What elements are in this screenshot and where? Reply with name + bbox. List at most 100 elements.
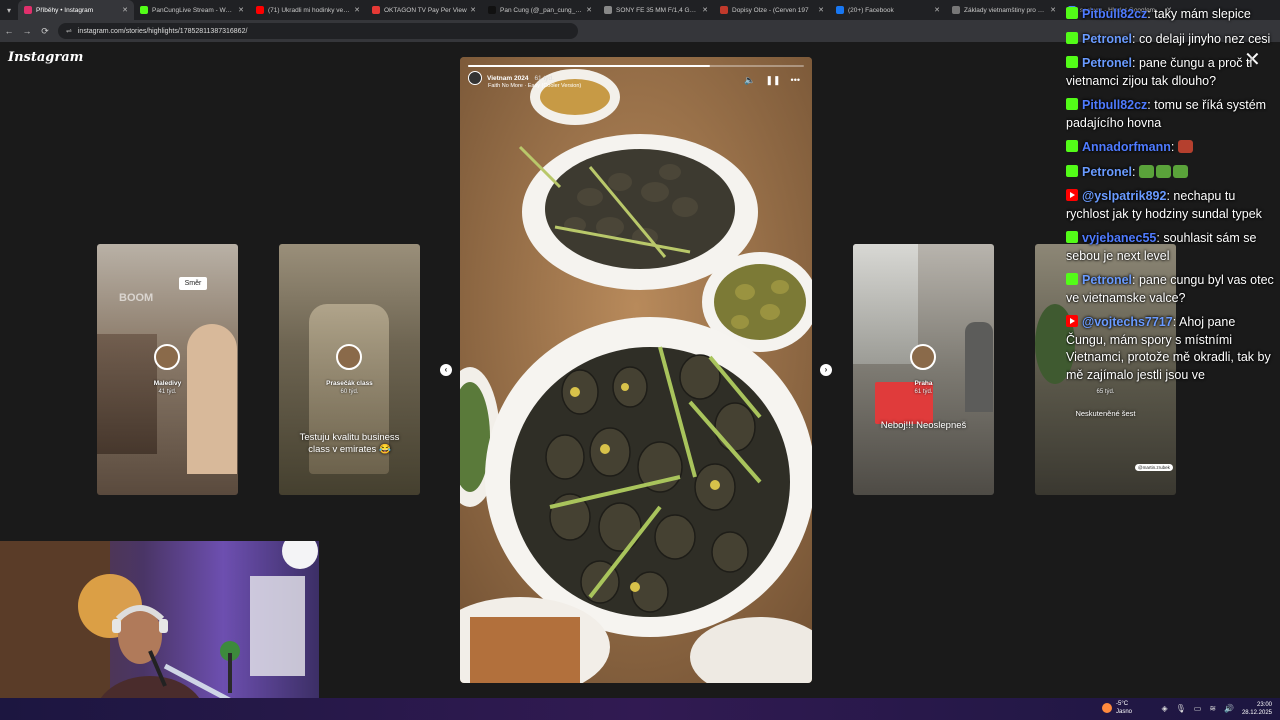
kick-badge-icon: [1066, 98, 1078, 110]
chat-username[interactable]: Pitbull82cz: [1082, 7, 1147, 21]
avatar: [154, 344, 180, 370]
browser-tab[interactable]: (71) Ukradli mi hodinky ve Sp ✕: [250, 0, 366, 20]
story-preview-name: Prasečák class: [326, 380, 373, 387]
display-icon[interactable]: ▭: [1194, 704, 1202, 713]
youtube-badge-icon: [1066, 189, 1078, 201]
browser-tab[interactable]: OKTAGON TV Pay Per View ✕: [366, 0, 482, 20]
chat-message: Annadorfmann:: [1066, 139, 1276, 157]
window-photo: [853, 244, 918, 364]
shield-icon[interactable]: ◈: [1161, 704, 1167, 713]
story-title[interactable]: Vietnam 2024: [487, 75, 528, 82]
chat-emote-icon: [1138, 164, 1154, 178]
chat-emote-icon: [1177, 140, 1193, 153]
tab-favicon-icon: [604, 6, 612, 14]
story-preview-name: Maledivy: [153, 380, 182, 387]
wifi-icon[interactable]: ≋: [1209, 704, 1216, 713]
tab-close-icon[interactable]: ✕: [122, 6, 128, 14]
streamer-webcam: [0, 541, 319, 720]
tab-title: PanCungLive Stream - Watch: [152, 6, 236, 14]
story-viewer[interactable]: Vietnam 2024 61 týd. Faith No More · Eas…: [460, 57, 812, 683]
chat-username[interactable]: Petronel: [1082, 32, 1132, 46]
chat-username[interactable]: Annadorfmann: [1082, 140, 1171, 154]
chat-username[interactable]: @yslpatrik892: [1082, 189, 1166, 203]
chat-message: @vojtechs7717: Ahoj pane Čungu, mám spor…: [1066, 315, 1271, 382]
story-progress-bar: [468, 65, 804, 67]
chat-username[interactable]: Pitbull82cz: [1082, 98, 1147, 112]
story-preview-maledivy[interactable]: Směr BOOM Maledivy 41 týd.: [97, 244, 238, 495]
story-preview-age: 60 týd.: [340, 389, 359, 395]
tab-title: Příběhy • Instagram: [36, 6, 94, 14]
tab-close-icon[interactable]: ✕: [354, 6, 360, 14]
person-photo: [965, 322, 993, 412]
tab-close-icon[interactable]: ✕: [702, 6, 708, 14]
chat-emote-icon: [1155, 164, 1171, 178]
avatar: [336, 344, 362, 370]
back-icon[interactable]: ←: [0, 26, 18, 36]
chat-message: Petronel:: [1066, 164, 1276, 182]
weather-temp: -5°C: [1116, 701, 1129, 707]
story-preview-prasecak-class[interactable]: Prasečák class 60 týd. Testuju kvalitu b…: [279, 244, 420, 495]
story-preview-age: 61 týd.: [914, 389, 933, 395]
browser-tab[interactable]: Pan Čung (@_pan_cung_) vyd ✕: [482, 0, 598, 20]
direction-sticker: Směr: [179, 277, 207, 290]
url-input[interactable]: ⇌ instagram.com/stories/highlights/17852…: [58, 23, 578, 39]
system-tray: ◈ 🎙 ▭ ≋ 🔊: [1161, 704, 1234, 713]
browser-tab[interactable]: PanCungLive Stream - Watch ✕: [134, 0, 250, 20]
kick-badge-icon: [1066, 140, 1078, 152]
browser-tab[interactable]: SONY FE 35 MM F/1,4 GM SE ✕: [598, 0, 714, 20]
story-music[interactable]: Faith No More · Easy (Cooler Version): [488, 83, 581, 89]
story-preview-praha[interactable]: Praha 61 týd. Neboj!!! Neoslepneš: [853, 244, 994, 495]
tab-title: Dopisy Olze - (Červen 197: [732, 6, 809, 14]
chat-message: vyjebanec55: souhlasit sám se sebou je n…: [1066, 231, 1257, 263]
stream-chat-overlay: Pitbull82cz: taky mám slepice Petronel: c…: [1066, 6, 1276, 438]
tab-close-icon[interactable]: ✕: [934, 6, 940, 14]
tab-favicon-icon: [488, 6, 496, 14]
tab-favicon-icon: [140, 6, 148, 14]
system-clock[interactable]: 23:00 28.12.2025: [1242, 701, 1272, 717]
tab-close-icon[interactable]: ✕: [586, 6, 592, 14]
weather-widget[interactable]: -5°C Jasno: [1102, 700, 1132, 716]
more-options-icon[interactable]: •••: [791, 75, 800, 86]
mute-icon[interactable]: 🔈: [744, 75, 755, 86]
chat-username[interactable]: Petronel: [1082, 165, 1132, 179]
tab-close-icon[interactable]: ✕: [818, 6, 824, 14]
browser-tab[interactable]: Dopisy Olze - (Červen 197 ✕: [714, 0, 830, 20]
forward-icon[interactable]: →: [18, 26, 36, 36]
chat-username[interactable]: Petronel: [1082, 56, 1132, 70]
browser-tab[interactable]: Příběhy • Instagram ✕: [18, 0, 134, 20]
prev-story-icon[interactable]: ‹: [440, 364, 452, 376]
story-preview-caption: Testuju kvalitu business class v emirate…: [299, 432, 400, 455]
url-text: instagram.com/stories/highlights/1785281…: [77, 27, 248, 35]
tab-close-icon[interactable]: ✕: [470, 6, 476, 14]
story-preview-age: 41 týd.: [158, 389, 177, 395]
browser-tab[interactable]: (20+) Facebook ✕: [830, 0, 946, 20]
windows-taskbar: -5°C Jasno ◈ 🎙 ▭ ≋ 🔊 23:00 28.12.2025: [0, 698, 1280, 720]
weather-icon: [1102, 703, 1112, 713]
tab-close-icon[interactable]: ✕: [238, 6, 244, 14]
story-controls: 🔈 ❚❚ •••: [744, 75, 800, 86]
avatar[interactable]: [468, 71, 482, 85]
story-progress-fill: [468, 65, 710, 67]
tab-search-icon[interactable]: ▾: [0, 0, 18, 20]
tab-favicon-icon: [836, 6, 844, 14]
chat-username[interactable]: @vojtechs7717: [1082, 315, 1173, 329]
chat-username[interactable]: Petronel: [1082, 273, 1132, 287]
story-preview-caption: Neboj!!! Neoslepneš: [880, 420, 967, 431]
next-story-icon[interactable]: ›: [820, 364, 832, 376]
browser-tab[interactable]: Základy vietnamštiny pro stru ✕: [946, 0, 1062, 20]
mention-tag: @martin.zrubek: [1135, 464, 1173, 471]
tab-title: (20+) Facebook: [848, 6, 894, 14]
tab-close-icon[interactable]: ✕: [1050, 6, 1056, 14]
reload-icon[interactable]: ⟳: [36, 26, 54, 37]
tab-favicon-icon: [372, 6, 380, 14]
site-info-icon[interactable]: ⇌: [66, 27, 72, 35]
chat-username[interactable]: vyjebanec55: [1082, 231, 1156, 245]
chat-message: Pitbull82cz: taky mám slepice: [1066, 6, 1276, 24]
microphone-icon[interactable]: 🎙: [1176, 704, 1186, 713]
instagram-logo[interactable]: Instagram: [8, 50, 83, 65]
volume-icon[interactable]: 🔊: [1224, 704, 1234, 713]
tab-favicon-icon: [256, 6, 264, 14]
tab-title: SONY FE 35 MM F/1,4 GM SE: [616, 6, 700, 14]
tab-title: OKTAGON TV Pay Per View: [384, 6, 467, 14]
pause-icon[interactable]: ❚❚: [765, 75, 780, 86]
